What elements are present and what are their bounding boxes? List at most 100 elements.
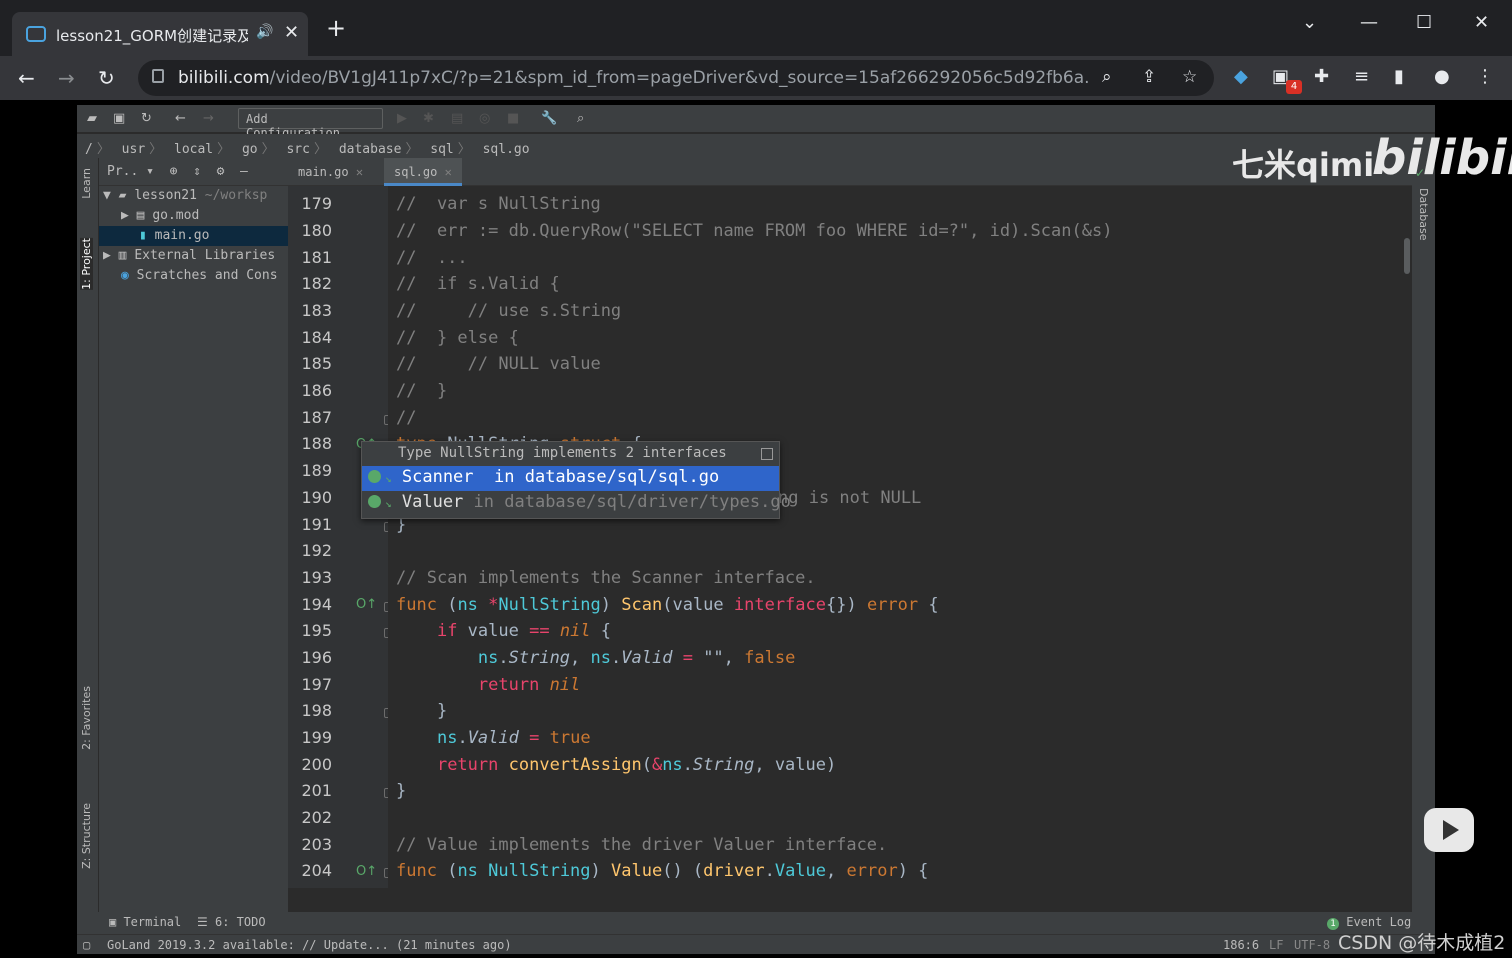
forward-icon[interactable]: →: [58, 66, 75, 90]
tree-item-scratches[interactable]: ◉ Scratches and Cons: [99, 266, 288, 286]
tree-item-go-mod[interactable]: ▶ ▤ go.mod: [99, 206, 288, 226]
breadcrumb-item[interactable]: go: [242, 142, 258, 157]
file-encoding[interactable]: UTF-8: [1294, 938, 1330, 952]
interface-icon: [368, 470, 381, 483]
tab-sql-go[interactable]: sql.go ✕: [384, 158, 462, 186]
search-icon[interactable]: ⌕: [577, 111, 584, 126]
tab-main-go[interactable]: main.go ✕: [288, 158, 373, 186]
puzzle-icon[interactable]: ✚: [1314, 66, 1329, 87]
status-message[interactable]: GoLand 2019.3.2 available: // Update... …: [107, 938, 512, 952]
sync-icon[interactable]: ↻: [141, 111, 152, 126]
side-panel-icon[interactable]: ▮: [1394, 66, 1404, 87]
reload-icon[interactable]: ↻: [98, 66, 115, 90]
implemented-interface-icon[interactable]: O↑: [356, 864, 377, 879]
share-icon[interactable]: ⇪: [1142, 67, 1156, 87]
database-tool[interactable]: Database: [1417, 188, 1430, 241]
playlist-icon[interactable]: ≡: [1354, 66, 1369, 87]
extension-diamond-icon[interactable]: ◆: [1234, 66, 1248, 87]
breadcrumb-item[interactable]: /: [85, 142, 93, 157]
structure-tool[interactable]: Z: Structure: [80, 803, 93, 869]
url-text[interactable]: bilibili.com/video/BV1gJ411p7xC/?p=21&sp…: [178, 68, 1088, 88]
code-line: // var s NullString: [396, 194, 601, 214]
maximize-icon[interactable]: ☐: [1416, 12, 1432, 33]
right-tool-strip: ✓ Database: [1412, 158, 1435, 912]
star-icon[interactable]: ☆: [1182, 67, 1197, 87]
add-configuration-button[interactable]: Add Configuration...: [238, 108, 383, 140]
bilibili-logo: bilibili: [1372, 130, 1512, 186]
tree-item-external-libraries[interactable]: ▶ ▥ External Libraries: [99, 246, 288, 266]
address-bar[interactable]: bilibili.com/video/BV1gJ411p7xC/?p=21&sp…: [138, 60, 1214, 96]
line-number: 196: [301, 648, 332, 667]
line-number: 179: [301, 194, 332, 213]
code-line: // } else {: [396, 328, 519, 348]
play-icon[interactable]: [1424, 808, 1474, 852]
forward-nav-icon[interactable]: →: [203, 111, 214, 126]
back-nav-icon[interactable]: ←: [175, 111, 186, 126]
popup-item-scanner[interactable]: ↘ Scanner in database/sql/sql.go: [362, 466, 779, 491]
project-tool[interactable]: 1: Project: [80, 238, 93, 290]
favorites-tool[interactable]: 2: Favorites: [80, 686, 93, 750]
browser-tab[interactable]: lesson21_GORM创建记录及 🔊 ✕: [12, 12, 308, 56]
code-line: //: [396, 408, 417, 428]
breadcrumb-item[interactable]: local: [174, 142, 213, 157]
ide-window: ▰ ▣ ↻ ← → Add Configuration... ▶ ✱ ▤ ◎ ■…: [77, 105, 1435, 954]
line-number: 195: [301, 621, 332, 640]
breadcrumb-item[interactable]: database: [339, 142, 402, 157]
status-toggle-icon[interactable]: ▢: [83, 938, 90, 952]
code-line: // Value implements the driver Valuer in…: [396, 835, 888, 855]
menu-icon[interactable]: ⋮: [1476, 66, 1494, 87]
breadcrumb-item[interactable]: sql.go: [483, 142, 530, 157]
line-number: 189: [301, 461, 332, 480]
tab-search-icon[interactable]: ⌄: [1302, 12, 1317, 33]
project-header: Pr.. ▾ ⊕ ⇕ ⚙ —: [99, 158, 288, 186]
new-tab-button[interactable]: +: [326, 16, 346, 40]
project-view-dropdown[interactable]: Pr..: [107, 164, 138, 179]
minimize-icon[interactable]: —: [1360, 12, 1378, 33]
save-icon[interactable]: ▣: [113, 111, 125, 126]
close-icon[interactable]: ✕: [284, 22, 299, 43]
line-number: 192: [301, 541, 332, 560]
code-line: // Scan implements the Scanner interface…: [396, 568, 816, 588]
code-line: return convertAssign(&ns.String, value): [436, 755, 837, 775]
open-folder-icon[interactable]: ▰: [87, 111, 97, 126]
left-tool-strip: Learn 1: Project 2: Favorites Z: Structu…: [77, 158, 99, 912]
terminal-tab[interactable]: ▣ Terminal: [109, 915, 181, 929]
window-close-icon[interactable]: ✕: [1474, 12, 1489, 33]
tab-strip: lesson21_GORM创建记录及 🔊 ✕ + ⌄ — ☐ ✕: [0, 0, 1512, 56]
stop-icon[interactable]: ■: [507, 111, 519, 126]
tree-item-main-go[interactable]: ▮ main.go: [99, 226, 288, 246]
project-panel: Pr.. ▾ ⊕ ⇕ ⚙ — ▼ ▰ lesson21 ~/worksp ▶ ▤…: [99, 158, 288, 912]
editor-scrollbar[interactable]: [1404, 238, 1410, 274]
lock-icon[interactable]: [152, 69, 164, 83]
line-number: 190: [301, 488, 332, 507]
run-icon[interactable]: ▶: [397, 111, 407, 126]
line-number: 191: [301, 515, 332, 534]
breadcrumb-item[interactable]: src: [286, 142, 309, 157]
back-icon[interactable]: ←: [18, 66, 35, 90]
debug-icon[interactable]: ✱: [423, 111, 434, 126]
implemented-interface-icon[interactable]: O↑: [356, 597, 377, 612]
caret-position[interactable]: 186:6: [1223, 938, 1259, 952]
line-number: 204: [301, 861, 332, 880]
profile-icon[interactable]: ●: [1434, 66, 1450, 87]
tab-title: lesson21_GORM创建记录及: [56, 27, 248, 45]
todo-tab[interactable]: ☰ 6: TODO: [197, 915, 266, 929]
learn-tool[interactable]: Learn: [80, 168, 93, 199]
line-number: 180: [301, 221, 332, 240]
code-editor[interactable]: // var s NullString // err := db.QueryRo…: [388, 186, 1412, 888]
coverage-icon[interactable]: ▤: [451, 111, 463, 126]
profile-run-icon[interactable]: ◎: [479, 111, 490, 126]
line-separator[interactable]: LF: [1269, 938, 1283, 952]
ide-toolbar: ▰ ▣ ↻ ← → Add Configuration... ▶ ✱ ▤ ◎ ■…: [77, 105, 1435, 140]
line-number: 201: [301, 781, 332, 800]
speaker-icon[interactable]: 🔊: [256, 24, 273, 40]
code-line: ns.String, ns.Valid = "", false: [477, 648, 796, 668]
zoom-icon[interactable]: ⌕: [1102, 67, 1112, 87]
breadcrumb-item[interactable]: usr: [122, 142, 145, 157]
popup-item-valuer[interactable]: ↘ Valuer in database/sql/driver/types.go: [362, 491, 791, 516]
tree-item-lesson21[interactable]: ▼ ▰ lesson21 ~/worksp: [99, 186, 288, 206]
line-number: 185: [301, 354, 332, 373]
wrench-icon[interactable]: 🔧: [541, 111, 557, 126]
pin-icon[interactable]: [761, 448, 773, 460]
breadcrumb-item[interactable]: sql: [430, 142, 453, 157]
